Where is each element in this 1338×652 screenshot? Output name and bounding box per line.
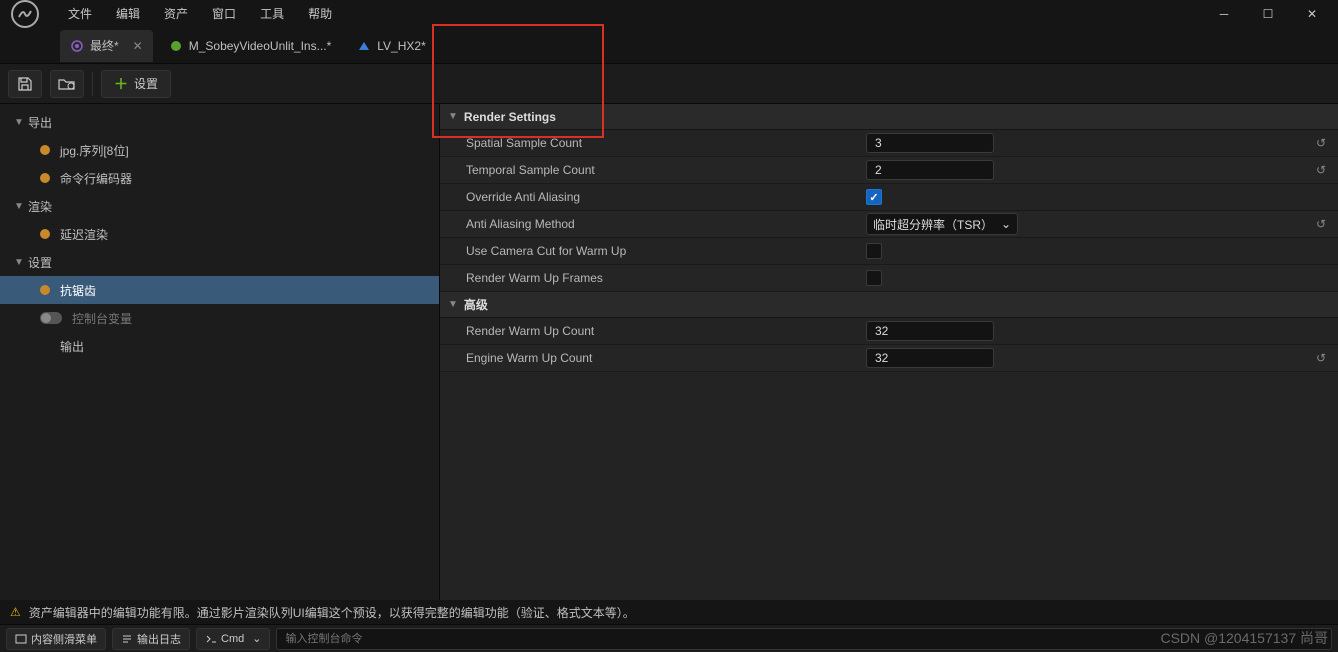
chevron-down-icon: ▼ <box>448 299 458 310</box>
tree-item-output[interactable]: 输出 <box>0 332 439 360</box>
override-aa-checkbox[interactable] <box>866 189 882 205</box>
prop-camera-cut: Use Camera Cut for Warm Up <box>440 238 1338 265</box>
tab-label: LV_HX2* <box>377 39 425 53</box>
window-controls: ─ ☐ ✕ <box>1202 0 1334 28</box>
menu-window[interactable]: 窗口 <box>200 0 248 28</box>
separator <box>92 72 93 96</box>
prop-render-warmup: Render Warm Up Count <box>440 318 1338 345</box>
outliner-tree: ▼导出 jpg.序列[8位] 命令行编码器 ▼渲染 延迟渲染 ▼设置 抗锯齿 控… <box>0 104 440 652</box>
prop-engine-warmup: Engine Warm Up Count ↺ <box>440 345 1338 372</box>
warmup-frames-checkbox[interactable] <box>866 270 882 286</box>
level-icon <box>357 39 371 53</box>
menu-file[interactable]: 文件 <box>56 0 104 28</box>
menu-help[interactable]: 帮助 <box>296 0 344 28</box>
tree-item-cmdenc[interactable]: 命令行编码器 <box>0 164 439 192</box>
tab-final[interactable]: 最终* ✕ <box>60 30 153 62</box>
save-icon <box>17 76 33 92</box>
tab-material[interactable]: M_SobeyVideoUnlit_Ins...* <box>159 30 342 62</box>
menu-tools[interactable]: 工具 <box>248 0 296 28</box>
spatial-sample-input[interactable] <box>866 133 994 153</box>
prop-temporal-sample: Temporal Sample Count ↺ <box>440 157 1338 184</box>
reset-icon[interactable]: ↺ <box>1316 136 1326 150</box>
cmd-selector[interactable]: Cmd ⌄ <box>196 628 270 650</box>
chevron-down-icon: ⌄ <box>252 632 261 645</box>
chevron-down-icon: ▼ <box>14 201 28 212</box>
prop-aa-method: Anti Aliasing Method 临时超分辨率（TSR）⌄ ↺ <box>440 211 1338 238</box>
status-bar: 内容侧滑菜单 输出日志 Cmd ⌄ <box>0 624 1338 652</box>
main-split: ▼导出 jpg.序列[8位] 命令行编码器 ▼渲染 延迟渲染 ▼设置 抗锯齿 控… <box>0 104 1338 652</box>
minimize-button[interactable]: ─ <box>1202 0 1246 28</box>
close-icon[interactable]: ✕ <box>133 39 143 53</box>
warning-icon: ⚠ <box>10 605 21 619</box>
section-render-settings[interactable]: ▼Render Settings <box>440 104 1338 130</box>
menu-asset[interactable]: 资产 <box>152 0 200 28</box>
status-dot-icon <box>40 173 50 183</box>
drawer-icon <box>15 633 27 645</box>
details-panel: ▼Render Settings Spatial Sample Count ↺ … <box>440 104 1338 652</box>
tree-group-export[interactable]: ▼导出 <box>0 108 439 136</box>
tab-bar: 最终* ✕ M_SobeyVideoUnlit_Ins...* LV_HX2* <box>0 28 1338 64</box>
tree-group-render[interactable]: ▼渲染 <box>0 192 439 220</box>
save-button[interactable] <box>8 70 42 98</box>
preset-icon <box>70 39 84 53</box>
chevron-down-icon: ▼ <box>14 117 28 128</box>
camera-cut-checkbox[interactable] <box>866 243 882 259</box>
folder-search-icon <box>58 76 76 92</box>
reset-icon[interactable]: ↺ <box>1316 217 1326 231</box>
chevron-down-icon: ▼ <box>14 257 28 268</box>
toggle-icon <box>40 312 62 324</box>
tree-group-settings[interactable]: ▼设置 <box>0 248 439 276</box>
plus-icon: ＋ <box>114 74 128 94</box>
tab-label: M_SobeyVideoUnlit_Ins...* <box>189 39 332 53</box>
engine-warmup-input[interactable] <box>866 348 994 368</box>
tree-item-jpg[interactable]: jpg.序列[8位] <box>0 136 439 164</box>
tree-item-antialias[interactable]: 抗锯齿 <box>0 276 439 304</box>
menu-edit[interactable]: 编辑 <box>104 0 152 28</box>
settings-label: 设置 <box>134 75 158 92</box>
prop-override-aa: Override Anti Aliasing <box>440 184 1338 211</box>
toolbar: ＋ 设置 <box>0 64 1338 104</box>
output-log-button[interactable]: 输出日志 <box>112 628 190 650</box>
chevron-down-icon: ▼ <box>448 111 458 122</box>
tab-label: 最终* <box>90 37 119 54</box>
reset-icon[interactable]: ↺ <box>1316 351 1326 365</box>
temporal-sample-input[interactable] <box>866 160 994 180</box>
status-dot-icon <box>40 145 50 155</box>
prop-warmup-frames: Render Warm Up Frames <box>440 265 1338 292</box>
section-advanced[interactable]: ▼高级 <box>440 292 1338 318</box>
render-warmup-input[interactable] <box>866 321 994 341</box>
app-logo <box>4 0 46 35</box>
chevron-down-icon: ⌄ <box>1001 217 1011 231</box>
cmd-icon <box>205 633 217 645</box>
add-setting-button[interactable]: ＋ 设置 <box>101 70 171 98</box>
status-dot-icon <box>40 229 50 239</box>
browse-button[interactable] <box>50 70 84 98</box>
maximize-button[interactable]: ☐ <box>1246 0 1290 28</box>
tree-item-consolevars[interactable]: 控制台变量 <box>0 304 439 332</box>
log-icon <box>121 633 133 645</box>
tab-level[interactable]: LV_HX2* <box>347 30 435 62</box>
tree-item-deferred[interactable]: 延迟渲染 <box>0 220 439 248</box>
warning-bar: ⚠ 资产编辑器中的编辑功能有限。通过影片渲染队列UI编辑这个预设，以获得完整的编… <box>0 600 1338 624</box>
material-icon <box>169 39 183 53</box>
content-drawer-button[interactable]: 内容侧滑菜单 <box>6 628 106 650</box>
reset-icon[interactable]: ↺ <box>1316 163 1326 177</box>
prop-spatial-sample: Spatial Sample Count ↺ <box>440 130 1338 157</box>
aa-method-dropdown[interactable]: 临时超分辨率（TSR）⌄ <box>866 213 1018 235</box>
status-dot-icon <box>40 285 50 295</box>
warning-text: 资产编辑器中的编辑功能有限。通过影片渲染队列UI编辑这个预设，以获得完整的编辑功… <box>29 604 635 621</box>
menu-bar: 文件 编辑 资产 窗口 工具 帮助 ─ ☐ ✕ <box>0 0 1338 28</box>
close-button[interactable]: ✕ <box>1290 0 1334 28</box>
console-input[interactable] <box>276 628 1332 650</box>
